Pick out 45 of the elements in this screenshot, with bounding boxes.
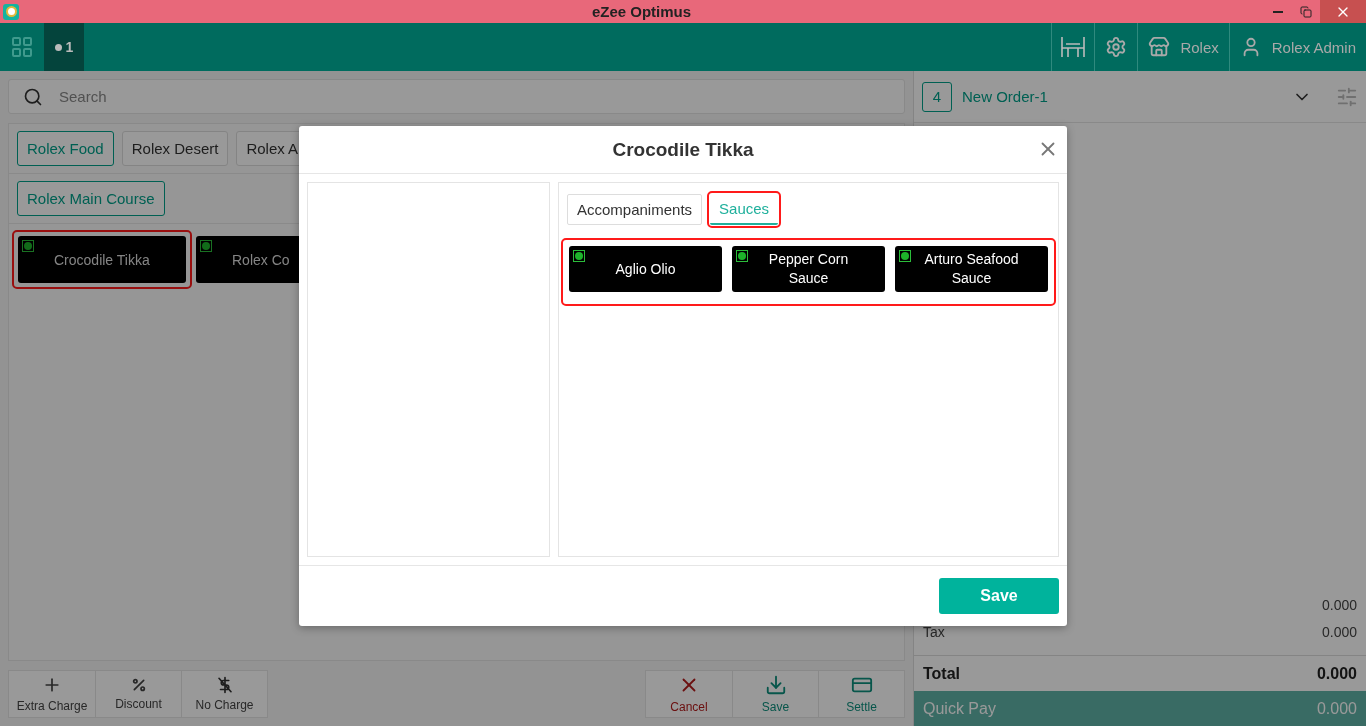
gear-icon (1105, 36, 1128, 58)
filter-icon[interactable] (1336, 85, 1358, 108)
grid-icon[interactable] (10, 35, 34, 59)
veg-mark-icon (22, 240, 34, 252)
discount-button[interactable]: Discount (95, 671, 181, 717)
summary-label: Tax (923, 623, 945, 640)
close-button[interactable] (1320, 0, 1366, 23)
store-icon (1148, 36, 1171, 58)
table-icon[interactable] (1060, 36, 1087, 58)
settle-button[interactable]: Settle (818, 671, 904, 717)
total-label: Total (923, 664, 961, 683)
modifier-option[interactable]: Pepper Corn Sauce (732, 246, 885, 292)
percent-icon (130, 677, 147, 693)
modifier-option[interactable]: Aglio Olio (569, 246, 722, 292)
no-charge-button[interactable]: No Charge (181, 671, 267, 717)
veg-mark-icon (200, 240, 212, 252)
veg-mark-icon (573, 250, 585, 262)
extra-charge-button[interactable]: Extra Charge (9, 671, 95, 717)
category-button[interactable]: Rolex Desert (121, 131, 229, 166)
veg-mark-icon (899, 250, 911, 262)
veg-mark-icon (736, 250, 748, 262)
item-name: Rolex Co (232, 251, 290, 268)
restore-icon (1300, 5, 1312, 18)
save-order-button[interactable]: Save (732, 671, 818, 717)
search-icon (23, 86, 43, 107)
total-value: 0.000 (1316, 664, 1357, 683)
modifier-tab[interactable]: Accompaniments (567, 194, 703, 225)
order-name: New Order-1 (962, 88, 1049, 105)
search-input[interactable]: Search (57, 87, 890, 106)
modifier-option[interactable]: Arturo Seafood Sauce (895, 246, 1048, 292)
download-icon (764, 674, 787, 696)
order-tab[interactable]: 1 (44, 23, 84, 71)
dot-icon (54, 43, 62, 51)
app-logo-icon (3, 3, 19, 20)
window-title: eZee Optimus (590, 3, 693, 20)
menu-item[interactable]: Crocodile Tikka (18, 236, 186, 283)
search-field[interactable]: Search (8, 79, 905, 114)
summary-value: 0.000 (1321, 623, 1357, 640)
cancel-button[interactable]: Cancel (646, 671, 732, 717)
dialog-title: Crocodile Tikka (612, 138, 754, 161)
minimize-icon (1273, 10, 1283, 13)
no-charge-icon (215, 676, 234, 694)
modifier-tab[interactable]: Sauces (710, 194, 779, 225)
item-name: Crocodile Tikka (54, 251, 150, 268)
summary-value: 0.000 (1321, 596, 1357, 613)
